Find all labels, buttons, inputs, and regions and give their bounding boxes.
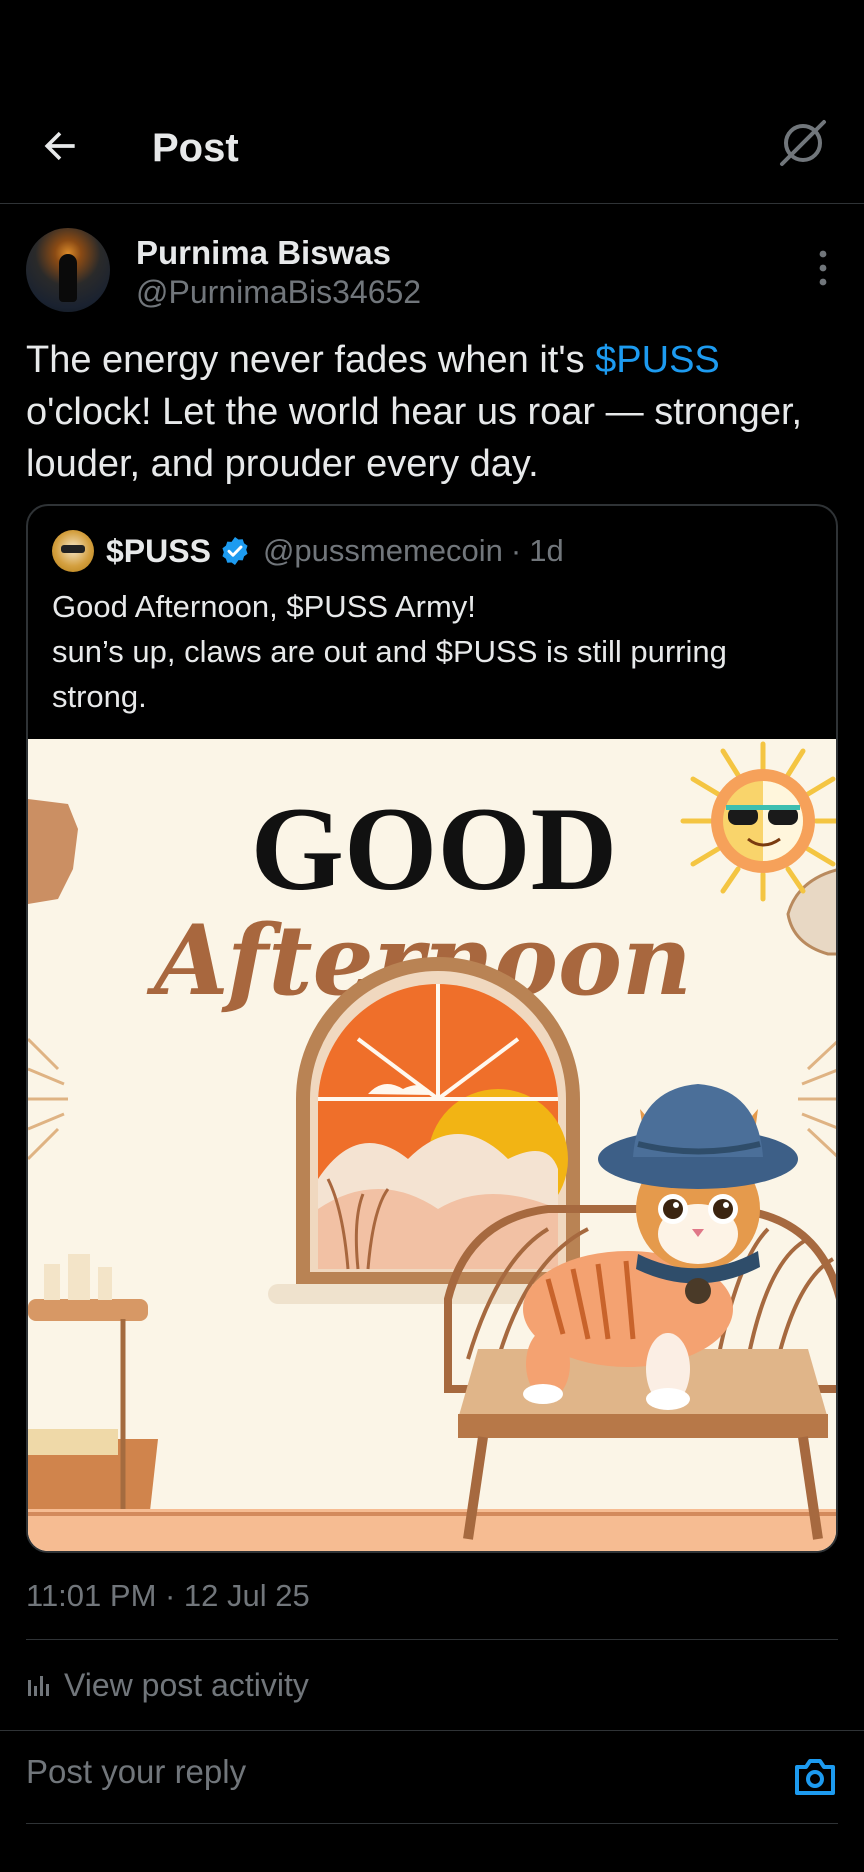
view-post-activity-label: View post activity (64, 1666, 309, 1703)
arrow-left-icon[interactable] (38, 124, 82, 168)
post-text: The energy never fades when it's $PUSS o… (26, 334, 838, 490)
grok-icon[interactable] (776, 116, 830, 170)
post: Purnima Biswas @PurnimaBis34652 The ener… (0, 204, 864, 1730)
top-bar: Post (0, 90, 864, 204)
quote-author-handle: @pussmemecoin (262, 533, 503, 568)
quote-avatar (52, 530, 94, 572)
page-title: Post (152, 126, 239, 170)
author-name[interactable]: Purnima Biswas (136, 234, 391, 272)
post-timestamp: 11:01 PM · 12 Jul 25 (26, 1578, 310, 1613)
quoted-post[interactable]: $PUSS @pussmemecoin · 1d Good Afternoon,… (26, 504, 838, 1553)
image-title-good: GOOD (251, 782, 618, 915)
quote-separator: · (510, 533, 522, 568)
post-text-after: o'clock! Let the world hear us roar — st… (26, 391, 803, 485)
more-options-icon[interactable] (808, 246, 838, 290)
camera-icon[interactable] (792, 1755, 838, 1799)
verified-badge-icon (222, 537, 248, 565)
status-bar (0, 0, 864, 90)
quote-text: Good Afternoon, $PUSS Army! sun’s up, cl… (52, 589, 727, 714)
analytics-bars-icon (28, 1676, 49, 1696)
author-row: Purnima Biswas @PurnimaBis34652 (26, 204, 838, 324)
reply-bar (0, 1730, 864, 1824)
quote-image[interactable]: GOOD Afternoon (28, 739, 838, 1551)
view-post-activity-button[interactable]: View post activity (26, 1640, 838, 1730)
cashtag-link[interactable]: $PUSS (595, 339, 720, 381)
reply-input[interactable] (26, 1753, 706, 1791)
quote-header: $PUSS @pussmemecoin · 1d (28, 506, 836, 574)
avatar[interactable] (26, 228, 110, 312)
quote-author-name: $PUSS (106, 532, 211, 569)
post-text-before: The energy never fades when it's (26, 339, 596, 381)
author-handle[interactable]: @PurnimaBis34652 (136, 274, 421, 311)
quote-age: 1d (529, 533, 564, 568)
reply-bar-bottom-border (26, 1823, 838, 1824)
